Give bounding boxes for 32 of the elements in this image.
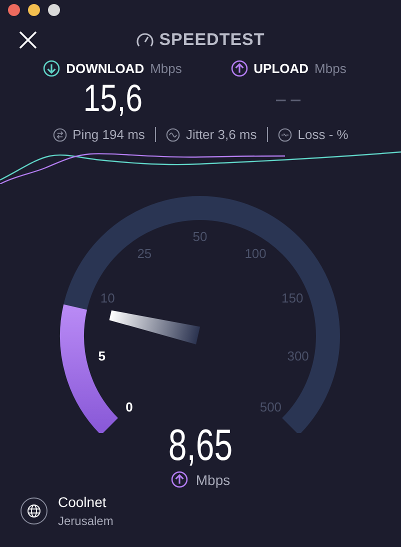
ping-stat: Ping 194 ms bbox=[72, 127, 145, 142]
download-speed: 15,6 bbox=[82, 77, 142, 121]
globe-icon bbox=[20, 497, 48, 525]
gauge-tick-label: 300 bbox=[287, 348, 309, 364]
gauge-tick-label: 0 bbox=[126, 400, 133, 415]
loss-icon bbox=[278, 128, 292, 142]
unit-label: Mbps bbox=[314, 61, 346, 76]
jitter-icon bbox=[166, 128, 180, 142]
gauge-tick-label: 5 bbox=[98, 348, 106, 364]
gauge-tick-label: 25 bbox=[137, 246, 152, 261]
server-location: Jerusalem bbox=[58, 514, 114, 528]
server-name: Coolnet bbox=[58, 494, 108, 510]
gauge-icon bbox=[136, 32, 154, 48]
gauge-tick-label: 150 bbox=[282, 290, 304, 306]
unit-label: Mbps bbox=[196, 472, 230, 488]
ping-icon bbox=[52, 128, 67, 142]
window-control[interactable] bbox=[28, 4, 40, 16]
loss-stat: Loss - % bbox=[298, 127, 348, 142]
gauge-tick-label: 100 bbox=[244, 246, 266, 261]
gauge-tick-label: 50 bbox=[192, 229, 208, 244]
gauge-tick-label: 500 bbox=[260, 400, 282, 415]
current-speed: 8,65 bbox=[167, 423, 234, 469]
jitter-stat: Jitter 3,6 ms bbox=[186, 127, 257, 142]
logo-text: SPEEDTEST bbox=[159, 30, 265, 50]
gauge-tick-label: 10 bbox=[100, 290, 115, 306]
close-button[interactable] bbox=[18, 30, 38, 50]
result-label: DOWNLOAD bbox=[66, 61, 144, 76]
unit-label: Mbps bbox=[150, 61, 182, 76]
window-control[interactable] bbox=[48, 4, 60, 16]
window-control[interactable] bbox=[8, 4, 20, 16]
upload-speed: – – bbox=[276, 85, 301, 113]
result-label: UPLOAD bbox=[254, 61, 309, 76]
